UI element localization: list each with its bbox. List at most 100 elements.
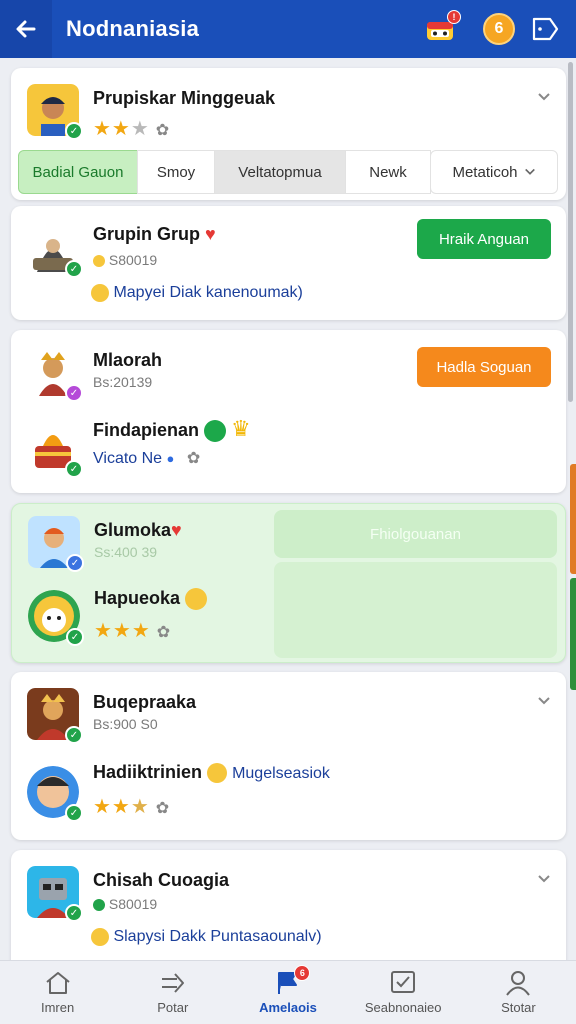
- member-name: Findapienan ♛: [93, 416, 251, 443]
- tab-amelaois[interactable]: 6 Amelaois: [230, 961, 345, 1024]
- group-link[interactable]: Mapyei Diak kanenoumak): [91, 284, 303, 302]
- tag-icon: [532, 17, 559, 41]
- scrollbar[interactable]: [568, 62, 573, 402]
- list-item[interactable]: ✓ Prupiskar Minggeuak ★★★ ✿ Badial Gauon …: [11, 68, 566, 200]
- emoji-icon: [207, 763, 228, 784]
- highlight-panel: [274, 562, 557, 658]
- member-name: Hapueoka: [94, 588, 208, 611]
- tab-newk[interactable]: Newk: [345, 150, 431, 194]
- back-button[interactable]: [0, 0, 52, 58]
- emoji-icon: [91, 284, 109, 302]
- tab-label: Metaticoh: [452, 163, 518, 181]
- location-text: Vicato Ne: [93, 450, 163, 467]
- verified-icon: ✓: [65, 904, 83, 922]
- tab-forward[interactable]: Potar: [115, 961, 230, 1024]
- tab-veltatopmua[interactable]: Veltatopmua: [214, 150, 346, 194]
- emoji-icon: [91, 928, 109, 946]
- settings-icon: ✿: [186, 450, 201, 467]
- group-name-text: Glumoka: [94, 520, 172, 540]
- list-item[interactable]: ✓ Grupin Grup ♥ S80019 Mapyei Diak kanen…: [11, 206, 566, 320]
- group-code: Bs:20139: [93, 374, 153, 390]
- member-name-text: Hadiiktrinien: [93, 762, 203, 782]
- heart-icon: ♥: [171, 520, 182, 540]
- group-list[interactable]: ✓ Prupiskar Minggeuak ★★★ ✿ Badial Gauon …: [0, 58, 576, 960]
- inbox-button[interactable]: !: [425, 10, 461, 44]
- group-name: Buqepraaka: [93, 692, 197, 712]
- group-code: S80019: [93, 252, 157, 268]
- group-code: S80019: [93, 896, 157, 912]
- avatar: ✓: [27, 84, 83, 140]
- location-link[interactable]: Vicato Ne ● ✿: [93, 448, 200, 468]
- list-item[interactable]: ✓ Mlaorah Bs:20139 Hadla Soguan ✓ Findap…: [11, 330, 566, 493]
- home-icon: [45, 972, 70, 994]
- coin-icon: [93, 255, 105, 268]
- group-code: Bs:900 S0: [93, 716, 158, 732]
- verified-icon: ✓: [65, 460, 83, 478]
- group-name-text: Grupin Grup: [93, 224, 200, 244]
- rating-stars: ★★★ ✿: [93, 118, 171, 140]
- group-name: Prupiskar Minggeuak: [93, 88, 276, 108]
- tab-stotar[interactable]: Stotar: [461, 961, 576, 1024]
- settings-icon: ✿: [156, 624, 172, 641]
- notification-badge: !: [447, 10, 461, 24]
- coins-button[interactable]: 6: [483, 13, 515, 45]
- group-name: Mlaorah: [93, 350, 163, 370]
- tag-button[interactable]: [530, 15, 560, 43]
- avatar: ✓: [27, 866, 83, 922]
- join-button[interactable]: Fhiolgouanan: [274, 510, 557, 558]
- member-name-text: Hapueoka: [94, 588, 181, 608]
- side-tab-green[interactable]: [570, 578, 576, 690]
- rating-stars: ★★★ ✿: [93, 796, 171, 818]
- emoji-icon: [204, 420, 227, 443]
- group-link-text: Mapyei Diak kanenoumak): [113, 284, 303, 302]
- join-button[interactable]: Hadla Soguan: [417, 347, 551, 387]
- chevron-down-icon[interactable]: [537, 90, 551, 104]
- member-name-text: Findapienan: [93, 420, 200, 440]
- status-icon: [93, 899, 105, 912]
- group-code-text: S80019: [108, 252, 158, 268]
- group-name: Glumoka♥: [94, 520, 182, 541]
- join-button[interactable]: Hraik Anguan: [417, 219, 551, 259]
- tab-seabnonaieo[interactable]: Seabnonaieo: [346, 961, 461, 1024]
- tab-home[interactable]: Imren: [0, 961, 115, 1024]
- bottom-tab-bar: Imren Potar 6 Amelaois Seabnonaieo Stota…: [0, 960, 576, 1024]
- tab-metaticoh[interactable]: Metaticoh: [430, 150, 558, 194]
- tab-label: Amelaois: [259, 1000, 317, 1015]
- avatar: ✓: [27, 346, 83, 402]
- rating-stars: ★★★ ✿: [94, 620, 172, 642]
- tab-badial-gauon[interactable]: Badial Gauon: [18, 150, 138, 194]
- avatar: ✓: [27, 688, 83, 744]
- list-item[interactable]: ✓ Buqepraaka Bs:900 S0 ✓ Hadiiktrinien M…: [11, 672, 566, 840]
- settings-icon: ✿: [155, 122, 171, 139]
- group-code-text: S80019: [108, 896, 158, 912]
- chevron-down-icon[interactable]: [537, 872, 551, 886]
- list-item[interactable]: ✓ Chisah Cuoagia S80019 Slapysi Dakk Pun…: [11, 850, 566, 960]
- verified-icon: ✓: [65, 122, 83, 140]
- verified-icon: ✓: [66, 554, 84, 572]
- coin-icon: 6: [483, 13, 515, 45]
- group-link[interactable]: Slapysi Dakk Puntasaounalv): [91, 928, 322, 946]
- chevron-down-icon: [524, 168, 535, 175]
- forward-arrow-icon: [161, 973, 184, 993]
- verified-icon: ✓: [65, 384, 83, 402]
- user-icon: [506, 971, 531, 996]
- avatar: ✓: [27, 766, 83, 822]
- avatar: ✓: [27, 422, 83, 478]
- member-name: Hadiiktrinien Mugelseasiok: [93, 762, 330, 784]
- member-link[interactable]: Mugelseasiok: [232, 765, 330, 782]
- crown-icon: ♛: [231, 416, 251, 441]
- avatar: ✓: [28, 516, 84, 572]
- back-arrow-icon: [16, 20, 36, 38]
- group-name: Grupin Grup ♥: [93, 224, 216, 245]
- segment-tabs: Badial Gauon Smoy Veltatopmua Newk Metat…: [18, 150, 559, 194]
- tab-smoy[interactable]: Smoy: [137, 150, 215, 194]
- side-tab-orange[interactable]: [570, 464, 576, 574]
- group-name: Chisah Cuoagia: [93, 870, 230, 890]
- tab-badge: 6: [294, 965, 311, 981]
- chevron-down-icon[interactable]: [537, 694, 551, 708]
- tab-label: Imren: [40, 1000, 75, 1015]
- heart-icon: ♥: [205, 224, 216, 244]
- verified-icon: ✓: [66, 628, 84, 646]
- list-item-selected[interactable]: ✓ Glumoka♥ Ss:400 39 Fhiolgouanan ✓ Hapu…: [11, 503, 566, 663]
- emoji-icon: [185, 588, 208, 611]
